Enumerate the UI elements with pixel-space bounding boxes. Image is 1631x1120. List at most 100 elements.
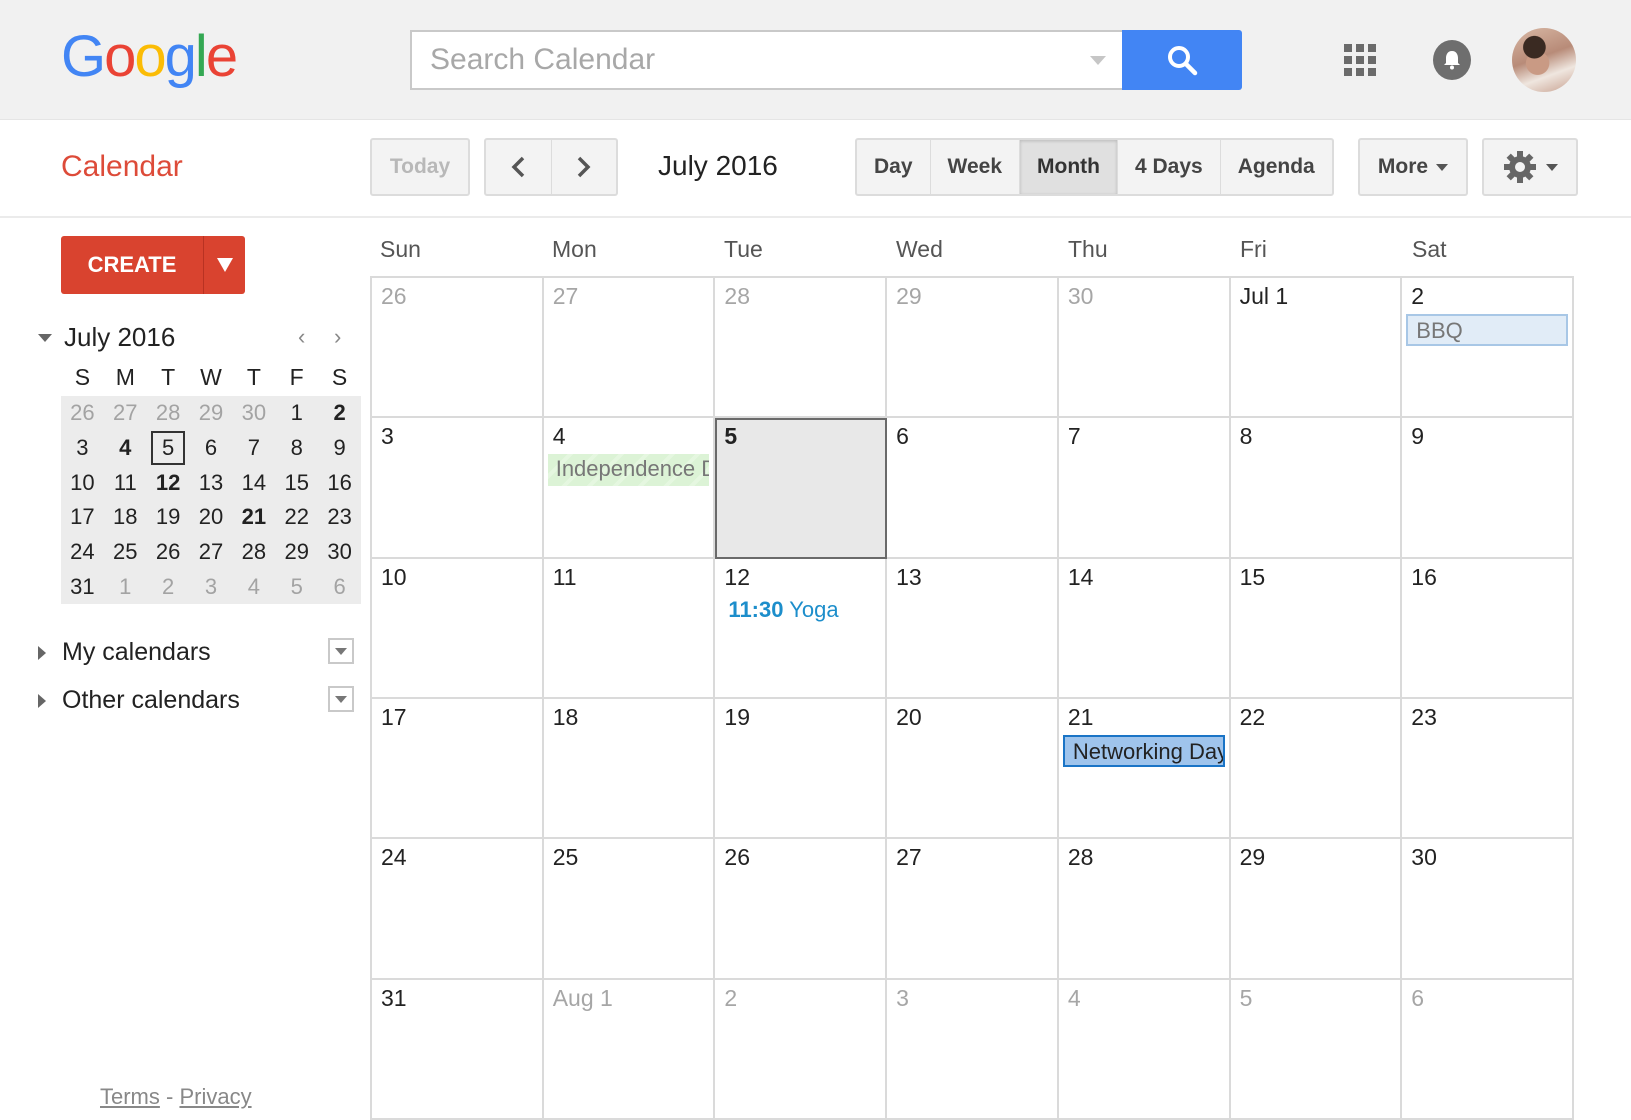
mini-day[interactable]: 16 — [318, 465, 361, 500]
day-cell[interactable]: 29 — [887, 278, 1059, 419]
mini-day[interactable]: 4 — [104, 431, 147, 466]
day-number[interactable]: 6 — [1411, 985, 1424, 1012]
day-number[interactable]: 26 — [724, 844, 750, 871]
day-cell[interactable]: 4 Independence Day — [543, 418, 716, 559]
day-number[interactable]: 25 — [553, 844, 579, 871]
day-cell[interactable]: 28 — [1058, 839, 1231, 980]
mini-day[interactable]: 24 — [61, 535, 104, 570]
mini-day[interactable]: 19 — [147, 500, 190, 535]
day-number[interactable]: 23 — [1411, 704, 1437, 731]
today-button[interactable]: Today — [370, 138, 470, 196]
search-options-caret-icon[interactable] — [1090, 56, 1106, 65]
day-cell[interactable]: 26 — [372, 278, 544, 419]
day-cell[interactable]: 18 — [543, 698, 716, 840]
mini-day[interactable]: 15 — [275, 465, 318, 500]
day-cell[interactable]: 3 — [887, 979, 1059, 1120]
day-number[interactable]: 28 — [724, 283, 750, 310]
account-avatar[interactable] — [1512, 28, 1576, 92]
mini-day[interactable]: 7 — [232, 431, 275, 466]
day-cell[interactable]: 24 — [372, 839, 544, 980]
day-number[interactable]: 5 — [1240, 985, 1253, 1012]
day-cell[interactable]: 12 11:30 Yoga — [715, 558, 888, 699]
mini-day[interactable]: 22 — [275, 500, 318, 535]
event-chip[interactable]: Independence Day — [547, 454, 710, 487]
day-number[interactable]: 5 — [724, 423, 737, 450]
mini-day[interactable]: 28 — [232, 535, 275, 570]
mini-day[interactable]: 20 — [190, 500, 233, 535]
day-number[interactable]: 4 — [553, 423, 566, 450]
settings-button[interactable] — [1482, 138, 1578, 196]
day-cell[interactable]: 3 — [372, 418, 544, 559]
other-calendars-label[interactable]: Other calendars — [62, 686, 240, 715]
mini-day[interactable]: 27 — [104, 396, 147, 431]
mini-day[interactable]: 2 — [147, 569, 190, 604]
mini-day[interactable]: 6 — [190, 431, 233, 466]
next-period-button[interactable] — [550, 140, 617, 194]
mini-day[interactable]: 26 — [61, 396, 104, 431]
day-number[interactable]: 22 — [1240, 704, 1266, 731]
day-cell[interactable]: 5 — [1230, 979, 1403, 1120]
day-number[interactable]: 10 — [381, 564, 407, 591]
day-number[interactable]: 29 — [896, 283, 922, 310]
day-cell[interactable]: Jul 1 — [1230, 278, 1403, 419]
day-number[interactable]: 30 — [1411, 844, 1437, 871]
view-4-days-button[interactable]: 4 Days — [1117, 140, 1220, 194]
day-cell[interactable]: 27 — [887, 839, 1059, 980]
mini-day[interactable]: 5 — [275, 569, 318, 604]
day-number[interactable]: 30 — [1068, 283, 1094, 310]
mini-day[interactable]: 31 — [61, 569, 104, 604]
day-cell[interactable]: 29 — [1230, 839, 1403, 980]
create-options-dropdown[interactable] — [203, 236, 245, 294]
day-number[interactable]: 3 — [381, 423, 394, 450]
mini-day[interactable]: 11 — [104, 465, 147, 500]
mini-day[interactable]: 4 — [232, 569, 275, 604]
day-cell-today[interactable]: 5 — [715, 418, 888, 559]
day-cell[interactable]: 15 — [1230, 558, 1403, 699]
more-views-button[interactable]: More — [1358, 138, 1468, 196]
day-cell[interactable]: 10 — [372, 558, 544, 699]
day-number[interactable]: 16 — [1411, 564, 1437, 591]
mini-calendar-prev-icon[interactable]: ‹ — [298, 324, 305, 350]
day-cell[interactable]: 19 — [715, 698, 888, 840]
day-cell[interactable]: 6 — [887, 418, 1059, 559]
day-number[interactable]: 3 — [896, 985, 909, 1012]
day-number[interactable]: 27 — [896, 844, 922, 871]
mini-day[interactable]: 6 — [318, 569, 361, 604]
day-cell[interactable]: 25 — [543, 839, 716, 980]
mini-day[interactable]: 21 — [232, 500, 275, 535]
day-number[interactable]: 15 — [1240, 564, 1266, 591]
day-cell[interactable]: 2 BBQ — [1402, 278, 1574, 419]
day-number[interactable]: Jul 1 — [1240, 283, 1289, 310]
event-chip[interactable]: 11:30 Yoga — [719, 595, 881, 627]
mini-day[interactable]: 1 — [104, 569, 147, 604]
view-month-button[interactable]: Month — [1019, 140, 1117, 194]
mini-day[interactable]: 29 — [275, 535, 318, 570]
other-calendars-menu-button[interactable] — [328, 686, 354, 712]
expand-arrow-icon[interactable] — [38, 646, 46, 660]
search-button[interactable] — [1122, 30, 1242, 90]
other-calendars-section[interactable]: Other calendars — [36, 684, 356, 720]
mini-day[interactable]: 26 — [147, 535, 190, 570]
mini-day[interactable]: 17 — [61, 500, 104, 535]
day-cell[interactable]: 30 — [1402, 839, 1574, 980]
day-cell[interactable]: 16 — [1402, 558, 1574, 699]
view-week-button[interactable]: Week — [929, 140, 1019, 194]
day-cell[interactable]: 26 — [715, 839, 888, 980]
mini-day[interactable]: 2 — [318, 396, 361, 431]
mini-day[interactable]: 30 — [232, 396, 275, 431]
day-number[interactable]: 27 — [553, 283, 579, 310]
mini-day[interactable]: 28 — [147, 396, 190, 431]
privacy-link[interactable]: Privacy — [179, 1084, 251, 1109]
day-cell[interactable]: 7 — [1058, 418, 1231, 559]
day-cell[interactable]: 31 — [372, 979, 544, 1120]
day-cell[interactable]: 11 — [543, 558, 716, 699]
my-calendars-label[interactable]: My calendars — [62, 638, 211, 667]
expand-arrow-icon[interactable] — [38, 694, 46, 708]
day-cell[interactable]: 22 — [1230, 698, 1403, 840]
day-cell[interactable]: 17 — [372, 698, 544, 840]
mini-day[interactable]: 10 — [61, 465, 104, 500]
day-cell[interactable]: 4 — [1058, 979, 1231, 1120]
day-number[interactable]: 12 — [724, 564, 750, 591]
day-number[interactable]: 4 — [1068, 985, 1081, 1012]
day-cell[interactable]: 28 — [715, 278, 888, 419]
